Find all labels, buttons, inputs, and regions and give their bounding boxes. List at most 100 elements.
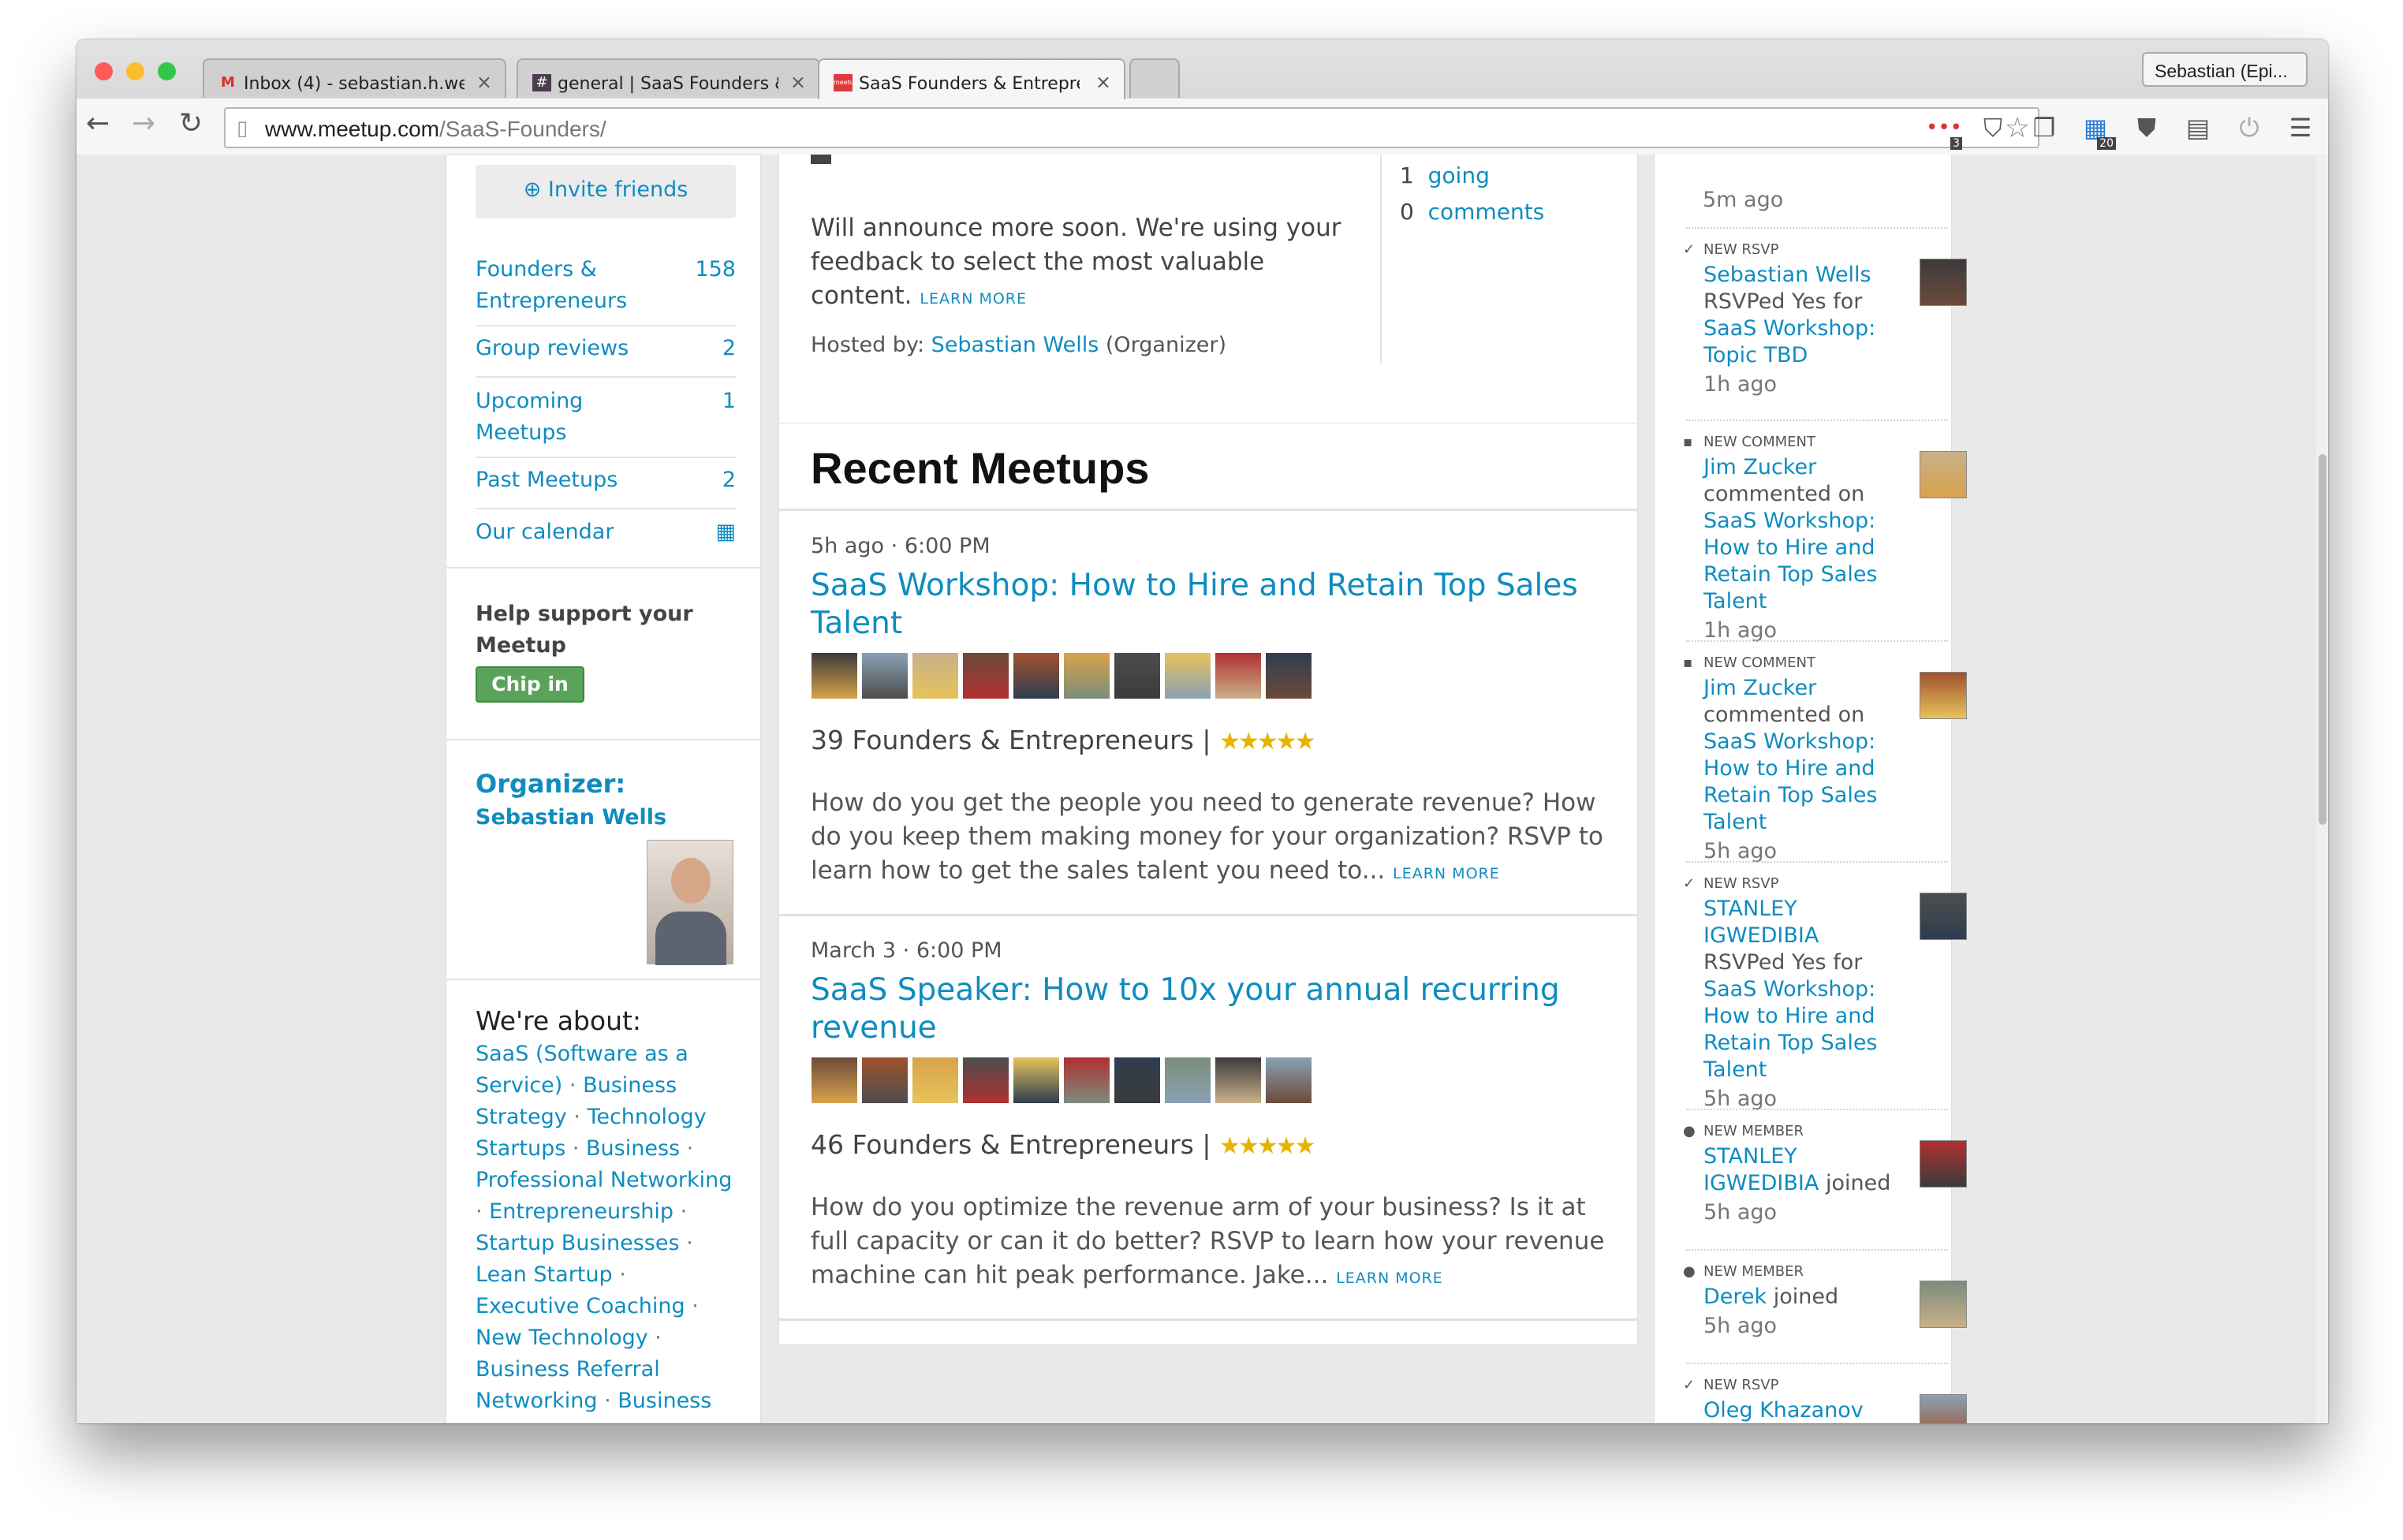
attendee-avatar[interactable] [1265,652,1312,699]
ublock-icon[interactable]: ⛉ [1977,112,2009,144]
attendee-avatar[interactable] [1164,1057,1211,1104]
address-bar[interactable]: ▯ www.meetup.com/SaaS-Founders/ ☆ [224,107,2039,148]
topic-link[interactable]: Lean Startup [476,1262,613,1287]
topic-link[interactable]: Business [586,1136,680,1161]
member-name-link[interactable]: STANLEY IGWEDIBIA [1703,897,1819,948]
member-avatar[interactable] [1920,259,1967,306]
invite-friends-button[interactable]: ⊕ Invite friends [476,165,736,218]
learn-more-link[interactable]: LEARN MORE [920,290,1027,308]
scrollbar-thumb[interactable] [2319,454,2327,825]
attendee-avatar[interactable] [1164,652,1211,699]
topic-separator: · [476,1199,490,1224]
member-avatar[interactable] [1920,1394,1967,1423]
attendee-avatar[interactable] [811,1057,858,1104]
member-icon: ● [1683,1123,1696,1139]
plus-circle-icon: ⊕ [523,177,542,202]
topic-link[interactable]: Executive Coaching [476,1294,685,1318]
close-tab-icon[interactable]: × [790,71,806,93]
meetup-title-link[interactable]: SaaS Speaker: How to 10x your annual rec… [811,971,1599,1047]
attendee-avatar[interactable] [861,652,909,699]
attendee-avatar[interactable] [1063,652,1110,699]
comments-link[interactable]: comments [1428,199,1545,225]
member-icon: ● [1683,1263,1696,1280]
host-link[interactable]: Sebastian Wells [931,333,1099,357]
member-name-link[interactable]: Jim Zucker [1703,455,1816,479]
chip-in-button[interactable]: Chip in [476,666,584,703]
activity-item: ✓ NEW RSVP STANLEY IGWEDIBIA RSVPed Yes fo… [1683,861,1967,1111]
attendee-avatar[interactable] [1114,1057,1161,1104]
meetup-link[interactable]: SaaS Workshop: Topic TBD [1703,316,1875,367]
tab-slack[interactable]: # general | SaaS Founders & × [517,58,820,98]
menu-icon[interactable]: ☰ [2285,112,2316,144]
going-link[interactable]: going [1428,162,1490,188]
attendee-avatar[interactable] [962,652,1009,699]
check-icon: ✓ [1683,1377,1696,1393]
topic-link[interactable]: Professional Networking [476,1168,732,1192]
topic-link[interactable]: New Technology [476,1326,648,1350]
organizer-photo[interactable] [647,840,733,965]
meetup-link[interactable]: SaaS Workshop: How to Hire and Retain To… [1703,729,1878,834]
learn-more-link[interactable]: LEARN MORE [1393,865,1500,882]
attendee-photos[interactable] [811,652,1315,701]
new-tab-button[interactable] [1129,58,1180,98]
attendee-avatar[interactable] [1215,652,1262,699]
topic-link[interactable]: Entrepreneurship [489,1199,674,1224]
topic-separator: · [597,1389,618,1413]
member-name-link[interactable]: Jim Zucker [1703,676,1816,700]
sidebar-item-past[interactable]: Past Meetups 2 [476,464,736,496]
topic-separator: · [674,1199,688,1224]
back-icon[interactable]: ← [86,104,110,144]
power-icon[interactable]: ⏻ [2233,112,2265,144]
attendee-avatar[interactable] [861,1057,909,1104]
zoom-window-button[interactable] [158,62,176,80]
organizer-name-link[interactable]: Sebastian Wells [476,805,666,830]
attendee-avatar[interactable] [962,1057,1009,1104]
reload-icon[interactable]: ↻ [179,104,203,144]
meetup-link[interactable]: SaaS Workshop: How to Hire and Retain To… [1703,509,1878,613]
meetup-title-link[interactable]: SaaS Workshop: How to Hire and Retain To… [811,567,1599,643]
sidebar-item-reviews[interactable]: Group reviews 2 [476,333,736,364]
film-icon[interactable]: ▤ [2182,112,2214,144]
member-name-link[interactable]: Oleg Khazanov [1703,1398,1864,1423]
member-name-link[interactable]: STANLEY IGWEDIBIA [1703,1144,1819,1195]
member-avatar[interactable] [1920,1140,1967,1188]
attendee-avatar[interactable] [912,652,959,699]
member-avatar[interactable] [1920,672,1967,719]
meetup-link[interactable]: SaaS Workshop: How to Hire and Retain To… [1703,977,1878,1082]
tabs-icon[interactable]: ❐ [2028,112,2060,144]
attendee-avatar[interactable] [1265,1057,1312,1104]
close-tab-icon[interactable]: × [1095,71,1111,93]
close-window-button[interactable] [95,62,113,80]
calendar-icon[interactable]: ▦ 20 [2080,112,2116,150]
sidebar-item-upcoming[interactable]: Upcoming Meetups 1 [476,386,736,449]
attendee-avatar[interactable] [912,1057,959,1104]
lastpass-icon[interactable]: ••• 3 [1926,112,1962,150]
forward-icon[interactable]: → [132,104,155,144]
sidebar-item-members[interactable]: Founders & Entrepreneurs 158 [476,254,736,317]
attendee-avatar[interactable] [1215,1057,1262,1104]
attendee-avatar[interactable] [1013,652,1060,699]
member-avatar[interactable] [1920,893,1967,940]
activity-type: ● NEW MEMBER [1683,1123,1804,1139]
attendee-avatar[interactable] [1063,1057,1110,1104]
attendee-avatar[interactable] [1013,1057,1060,1104]
attendee-avatar[interactable] [1114,652,1161,699]
pocket-icon[interactable]: ⛊ [2131,112,2162,144]
sidebar-item-calendar[interactable]: Our calendar ▦ [476,516,736,548]
activity-type: ▪ NEW COMMENT [1683,434,1815,450]
member-avatar[interactable] [1920,1281,1967,1328]
member-avatar[interactable] [1920,451,1967,498]
attendee-photos[interactable] [811,1057,1315,1106]
tab-inbox[interactable]: M Inbox (4) - sebastian.h.well × [203,58,506,98]
member-name-link[interactable]: Derek [1703,1285,1767,1309]
scrollbar[interactable] [2316,155,2328,1423]
close-tab-icon[interactable]: × [476,71,492,93]
attendee-avatar[interactable] [811,652,858,699]
member-name-link[interactable]: Sebastian Wells [1703,263,1871,287]
topic-link[interactable]: Startup Businesses [476,1231,680,1255]
topic-separator: · [679,1231,693,1255]
minimize-window-button[interactable] [126,62,144,80]
learn-more-link[interactable]: LEARN MORE [1336,1270,1443,1287]
tab-meetup[interactable]: meetup SaaS Founders & Entreprer × [818,58,1125,99]
profile-button[interactable]: Sebastian (Epi... [2142,52,2308,87]
